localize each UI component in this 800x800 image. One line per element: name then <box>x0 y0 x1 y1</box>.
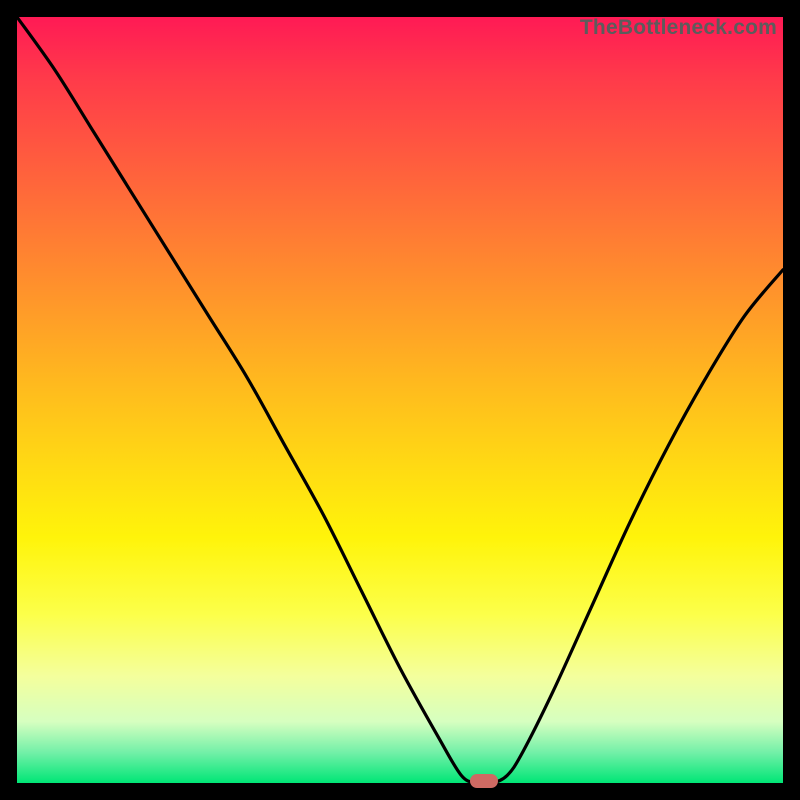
chart-frame: TheBottleneck.com <box>0 0 800 800</box>
bottleneck-curve <box>17 17 783 783</box>
curve-path <box>17 17 783 784</box>
plot-area: TheBottleneck.com <box>17 17 783 783</box>
optimal-marker <box>470 774 498 788</box>
